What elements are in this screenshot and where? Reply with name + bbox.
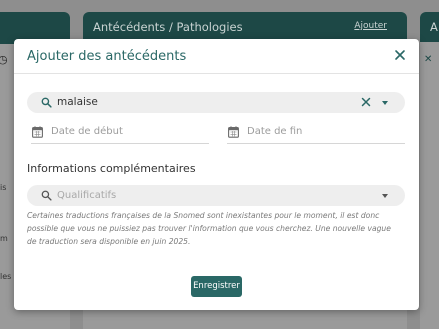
additional-info-heading: Informations complémentaires bbox=[27, 162, 196, 175]
left-panel-text: is bbox=[0, 183, 7, 192]
clear-icon[interactable] bbox=[361, 97, 371, 107]
start-date-placeholder: Date de début bbox=[51, 126, 123, 137]
search-icon bbox=[41, 190, 52, 201]
expand-icon: ✕ bbox=[424, 54, 433, 65]
dialog-title: Ajouter des antécédents bbox=[27, 49, 187, 64]
left-panel-text: m bbox=[0, 234, 8, 243]
add-history-dialog: Ajouter des antécédents malaise Date de … bbox=[14, 39, 419, 310]
dialog-header: Ajouter des antécédents bbox=[14, 39, 419, 74]
chevron-down-icon[interactable] bbox=[382, 101, 388, 105]
end-date-placeholder: Date de fin bbox=[247, 126, 303, 137]
qualifiers-select[interactable]: Qualificatifs bbox=[27, 185, 405, 206]
calendar-icon bbox=[32, 126, 43, 138]
close-icon[interactable] bbox=[393, 48, 407, 62]
left-panel-text: les bbox=[0, 272, 12, 281]
start-date-field[interactable]: Date de début bbox=[31, 126, 209, 144]
translation-note: Certaines traductions françaises de la S… bbox=[27, 211, 391, 246]
save-button[interactable]: Enregistrer bbox=[191, 276, 242, 297]
calendar-icon bbox=[228, 126, 239, 138]
right-card-title: A bbox=[420, 12, 439, 42]
chevron-down-icon[interactable] bbox=[382, 194, 388, 198]
add-pathology-link[interactable]: Ajouter bbox=[354, 21, 387, 31]
search-value: malaise bbox=[57, 96, 98, 108]
search-icon bbox=[41, 97, 52, 108]
qualifiers-placeholder: Qualificatifs bbox=[57, 190, 117, 201]
clock-icon: ◷ bbox=[0, 53, 8, 66]
condition-search-input[interactable]: malaise bbox=[27, 92, 405, 113]
end-date-field[interactable]: Date de fin bbox=[227, 126, 405, 144]
